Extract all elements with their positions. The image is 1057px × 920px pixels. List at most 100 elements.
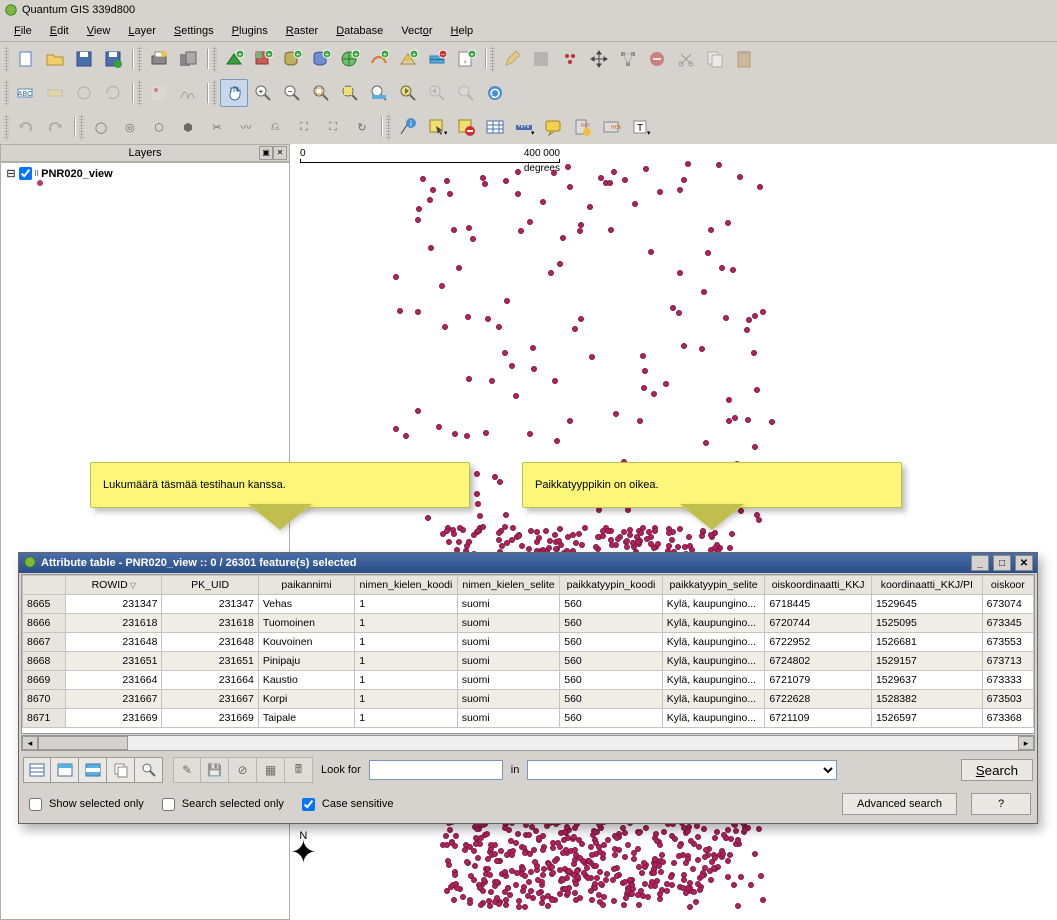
menu-database[interactable]: Database [328,23,391,39]
toggle-editing-button[interactable]: ✎ [173,757,201,783]
menu-edit[interactable]: Edit [42,23,77,39]
new-column-button[interactable]: ⊘ [229,757,257,783]
field-calculator-button[interactable]: 🖩 [285,757,313,783]
open-table-button[interactable] [481,113,509,141]
zoom-full-button[interactable] [307,79,335,107]
toolbar-handle[interactable] [137,46,142,72]
menu-plugins[interactable]: Plugins [224,23,276,39]
table-row[interactable]: 8669231664231664Kaustio1suomi560Kylä, ka… [23,671,1034,690]
save-project-button[interactable] [70,45,98,73]
menu-view[interactable]: View [79,23,119,39]
save-edits-button[interactable] [527,45,555,73]
delete-selected-rows-button[interactable]: 💾 [201,757,229,783]
histogram-button[interactable] [174,79,202,107]
column-header[interactable]: paikannimi [258,576,354,595]
zoom-out-button[interactable]: − [278,79,306,107]
toolbar-handle[interactable] [212,80,217,106]
add-feature-button[interactable] [556,45,584,73]
scroll-thumb[interactable] [38,736,128,750]
column-header[interactable] [23,576,66,595]
print-composer-button[interactable] [145,45,173,73]
table-row[interactable]: 8671231669231669Taipale1suomi560Kylä, ka… [23,709,1034,728]
panel-float-button[interactable]: ▣ [259,146,273,160]
scroll-right-button[interactable]: ▸ [1018,736,1034,750]
add-wfs-layer-button[interactable]: + [365,45,393,73]
scroll-left-button[interactable]: ◂ [22,736,38,750]
delete-column-button[interactable]: ▦ [257,757,285,783]
search-selected-checkbox[interactable]: Search selected only [158,795,284,814]
look-for-input[interactable] [369,760,503,780]
zoom-last-button[interactable] [394,79,422,107]
move-feature-button[interactable] [585,45,613,73]
split-button[interactable]: ⎌ [261,113,289,141]
remove-layer-button[interactable]: − [423,45,451,73]
case-sensitive-checkbox[interactable]: Case sensitive [298,795,394,814]
move-label-button[interactable] [70,79,98,107]
zoom-in-button[interactable]: + [249,79,277,107]
panel-close-button[interactable]: ✕ [273,146,287,160]
save-as-button[interactable] [99,45,127,73]
map-tips-button[interactable] [539,113,567,141]
column-header[interactable]: ROWID▽ [66,576,162,595]
composer-manager-button[interactable] [174,45,202,73]
invert-selection-button[interactable] [79,757,107,783]
copy-rows-button[interactable] [107,757,135,783]
menu-raster[interactable]: Raster [278,23,326,39]
paste-features-button[interactable] [730,45,758,73]
horizontal-scrollbar[interactable]: ◂ ▸ [21,735,1035,751]
in-column-select[interactable] [527,760,837,780]
table-row[interactable]: 8666231618231618Tuomoinen1suomi560Kylä, … [23,614,1034,633]
add-spatialite-layer-button[interactable]: + [307,45,335,73]
toolbar-handle[interactable] [212,46,217,72]
bookmark-new-button[interactable]: NO! [568,113,596,141]
add-wms-layer-button[interactable]: + [336,45,364,73]
table-row[interactable]: 8667231648231648Kouvoinen1suomi560Kylä, … [23,633,1034,652]
zoom-layer-button[interactable] [365,79,393,107]
column-header[interactable]: oiskoordinaatti_KKJ [765,576,872,595]
deselect-button[interactable] [452,113,480,141]
menu-vector[interactable]: Vector [393,23,440,39]
zoom-selection-button[interactable] [336,79,364,107]
undo-button[interactable] [12,113,40,141]
table-row[interactable]: 8665231347231347Vehas1suomi560Kylä, kaup… [23,595,1034,614]
identify-button[interactable]: i [394,113,422,141]
minimize-button[interactable]: _ [971,555,989,571]
open-project-button[interactable] [41,45,69,73]
collapse-icon[interactable]: ⊟ [5,167,17,180]
add-part-button[interactable]: ⬡ [145,113,173,141]
delete-part-button[interactable]: ✂ [203,113,231,141]
simplify-button[interactable]: ◯ [87,113,115,141]
redo-button[interactable] [41,113,69,141]
copy-features-button[interactable] [701,45,729,73]
menu-file[interactable]: File [6,23,40,39]
merge-button[interactable]: ⛶ [290,113,318,141]
column-header[interactable]: nimen_kielen_selite [457,576,560,595]
toolbar-handle[interactable] [4,114,9,140]
rotate-label-button[interactable] [99,79,127,107]
add-raster-layer-button[interactable]: + [249,45,277,73]
node-tool-button[interactable] [614,45,642,73]
column-header[interactable]: PK_UID [162,576,258,595]
toolbar-handle[interactable] [137,80,142,106]
column-header[interactable]: koordinaatti_KKJ/PI [871,576,982,595]
add-postgis-layer-button[interactable]: + [278,45,306,73]
reshape-button[interactable]: 〰 [232,113,260,141]
toolbar-handle[interactable] [4,80,9,106]
menu-layer[interactable]: Layer [120,23,164,39]
delete-selected-button[interactable] [643,45,671,73]
attribute-table[interactable]: ROWID▽PK_UIDpaikanniminimen_kielen_koodi… [21,574,1035,734]
add-vector-layer-button[interactable]: + [220,45,248,73]
attribute-window-titlebar[interactable]: Attribute table - PNR020_view :: 0 / 263… [19,553,1037,573]
cut-features-button[interactable] [672,45,700,73]
unselect-all-button[interactable] [23,757,51,783]
menu-settings[interactable]: Settings [166,23,222,39]
table-row[interactable]: 8668231651231651Pinipaju1suomi560Kylä, k… [23,652,1034,671]
zoom-next-button[interactable] [423,79,451,107]
label-tool-button[interactable]: ABC [12,79,40,107]
delete-ring-button[interactable]: ⬢ [174,113,202,141]
advanced-search-button[interactable]: Advanced search [842,793,957,815]
new-vector-layer-button[interactable]: + [394,45,422,73]
move-selection-top-button[interactable] [51,757,79,783]
highlight-label-button[interactable] [41,79,69,107]
column-header[interactable]: paikkatyypin_koodi [560,576,663,595]
